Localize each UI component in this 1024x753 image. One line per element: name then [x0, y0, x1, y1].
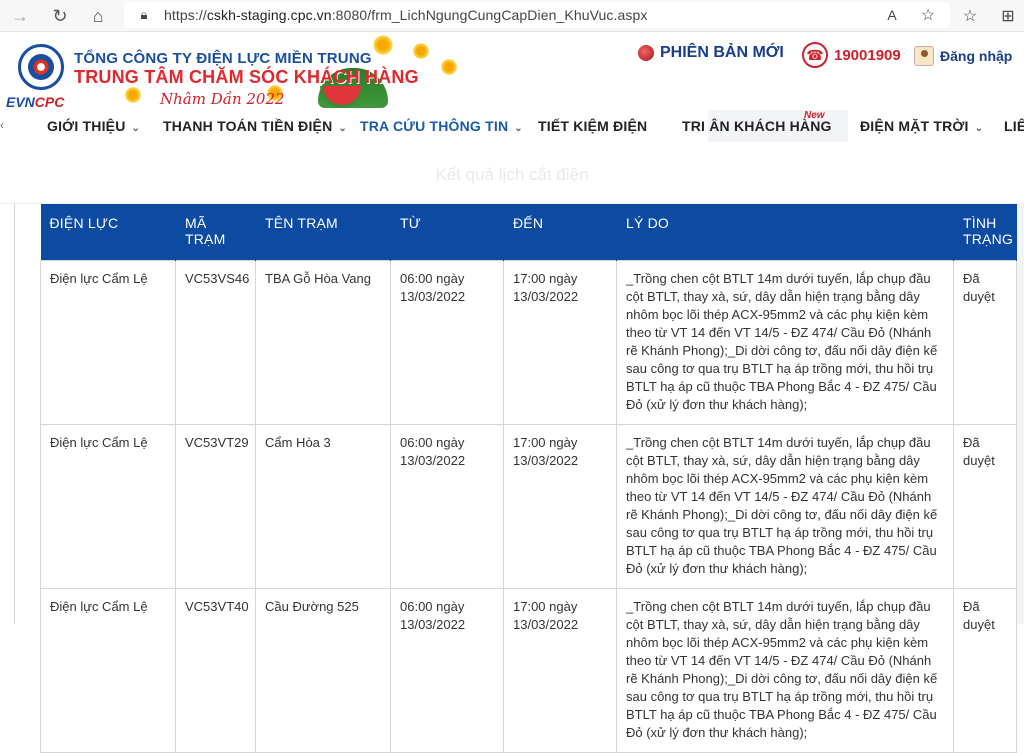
new-version-link[interactable]: PHIÊN BẢN MỚI: [638, 44, 784, 62]
address-bar[interactable]: 🔒︎ https://cskh-staging.cpc.vn:8080/frm_…: [124, 2, 950, 28]
nav-label: TRA CỨU THÔNG TIN: [360, 118, 509, 134]
cell-dien-luc: Điện lực Cẩm Lệ: [40, 423, 176, 589]
cell-ma-tram: VC53VS46: [175, 259, 256, 425]
read-aloud-icon[interactable]: A: [880, 3, 904, 27]
new-version-label: PHIÊN BẢN MỚI: [660, 44, 784, 61]
globe-icon: [638, 45, 654, 61]
cell-den: 17:00 ngày 13/03/2022: [503, 423, 617, 589]
cell-tu: 06:00 ngày 13/03/2022: [390, 587, 504, 753]
favorites-icon[interactable]: ☆: [958, 4, 982, 28]
nav-item-dien-mat-troi[interactable]: ĐIỆN MẶT TRỜI ⌄: [860, 118, 983, 134]
home-icon[interactable]: ⌂: [84, 2, 112, 30]
login-link[interactable]: Đăng nhập: [914, 46, 1012, 66]
forward-arrow-icon[interactable]: →: [6, 2, 34, 30]
url-path: :8080/frm_LichNgungCungCapDien_KhuVuc.as…: [331, 7, 648, 23]
cell-den: 17:00 ngày 13/03/2022: [503, 587, 617, 753]
cell-ly-do: _Trồng chen cột BTLT 14m dưới tuyến, lắp…: [616, 259, 954, 425]
cell-tu: 06:00 ngày 13/03/2022: [390, 423, 504, 589]
header-dien-luc: ĐIỆN LỰC: [40, 204, 176, 260]
phone-icon: ☎: [802, 42, 828, 68]
left-rail: [14, 203, 15, 624]
nav-label: GIỚI THIỆU: [47, 118, 126, 134]
hotline-link[interactable]: ☎ 19001909: [802, 42, 901, 68]
header-tu: TỪ: [390, 204, 504, 260]
login-label: Đăng nhập: [940, 48, 1013, 64]
chevron-down-icon: ⌄: [974, 123, 984, 134]
favorite-add-icon[interactable]: ☆: [916, 3, 940, 27]
url-text: https://cskh-staging.cpc.vn:8080/frm_Lic…: [164, 7, 647, 23]
cell-ten-tram: Cẩm Hòa 3: [255, 423, 391, 589]
cell-ma-tram: VC53VT29: [175, 423, 256, 589]
outage-table: ĐIỆN LỰC MÃ TRẠM TÊN TRẠM TỪ ĐẾN LÝ DO T…: [40, 204, 1017, 753]
table-row: Điện lực Cẩm Lệ VC53VT29 Cẩm Hòa 3 06:00…: [40, 423, 1017, 589]
header-ten-tram: TÊN TRẠM: [255, 204, 391, 260]
header-den: ĐẾN: [503, 204, 617, 260]
nav-item-lien-he[interactable]: LIÊ: [1004, 118, 1024, 134]
logo-cpc: CPC: [34, 94, 65, 110]
browser-toolbar: → ↻ ⌂ 🔒︎ https://cskh-staging.cpc.vn:808…: [0, 0, 1024, 32]
blossom-icon: [124, 86, 142, 104]
page-title: Kết quả lịch cắt điện: [435, 165, 589, 184]
scrollbar[interactable]: [1016, 203, 1024, 624]
chevron-down-icon: ⌄: [338, 123, 348, 134]
cell-dien-luc: Điện lực Cẩm Lệ: [40, 259, 176, 425]
cell-dien-luc: Điện lực Cẩm Lệ: [40, 587, 176, 753]
header-tinh-trang: TÌNH TRẠNG: [953, 204, 1017, 260]
center-name: TRUNG TÂM CHĂM SÓC KHÁCH HÀNG: [74, 67, 419, 87]
url-host: cskh-staging.cpc.vn: [206, 7, 332, 23]
logo-evn: EVN: [6, 94, 35, 110]
header-ly-do: LÝ DO: [616, 204, 954, 260]
cell-ly-do: _Trồng chen cột BTLT 14m dưới tuyến, lắp…: [616, 587, 954, 753]
cell-den: 17:00 ngày 13/03/2022: [503, 259, 617, 425]
blossom-icon: [412, 42, 430, 60]
evn-logo-icon[interactable]: [18, 44, 64, 90]
nav-label: TRI ÂN KHÁCH HÀNG: [682, 118, 832, 134]
cell-tu: 06:00 ngày 13/03/2022: [390, 259, 504, 425]
blossom-icon: [440, 58, 458, 76]
collections-icon[interactable]: ⊞: [996, 4, 1020, 28]
cell-ten-tram: TBA Gỗ Hòa Vang: [255, 259, 391, 425]
corp-name: TỔNG CÔNG TY ĐIỆN LỰC MIỀN TRUNG: [74, 50, 372, 67]
chevron-down-icon: ⌄: [514, 123, 523, 134]
url-prefix: https://: [164, 7, 207, 23]
cell-ten-tram: Cầu Đường 525: [255, 587, 391, 753]
tet-text: Nhâm Dần 2022: [160, 90, 285, 108]
nav-label: TIẾT KIỆM ĐIỆN: [538, 118, 648, 134]
hotline-number: 19001909: [834, 46, 901, 64]
table-row: Điện lực Cẩm Lệ VC53VS46 TBA Gỗ Hòa Vang…: [40, 259, 1017, 425]
cell-ly-do: _Trồng chen cột BTLT 14m dưới tuyến, lắp…: [616, 423, 954, 589]
table-header-row: ĐIỆN LỰC MÃ TRẠM TÊN TRẠM TỪ ĐẾN LÝ DO T…: [40, 204, 1017, 260]
header-ma-tram: MÃ TRẠM: [175, 204, 256, 260]
nav-item-gioi-thieu[interactable]: GIỚI THIỆU ⌄: [47, 118, 140, 134]
cell-tinh-trang: Đã duyệt: [953, 423, 1017, 589]
cell-tinh-trang: Đã duyệt: [953, 259, 1017, 425]
nav-item-thanh-toan[interactable]: THANH TOÁN TIỀN ĐIỆN ⌄: [163, 118, 347, 134]
lock-icon[interactable]: 🔒︎: [132, 3, 156, 27]
table-row: Điện lực Cẩm Lệ VC53VT40 Cầu Đường 525 0…: [40, 587, 1017, 753]
nav-label: LIÊ: [1004, 118, 1024, 134]
refresh-icon[interactable]: ↻: [46, 2, 74, 30]
site-header: EVNCPC TỔNG CÔNG TY ĐIỆN LỰC MIỀN TRUNG …: [0, 32, 1024, 110]
main-nav: New ‹ GIỚI THIỆU ⌄ THANH TOÁN TIỀN ĐIỆN ⌄ …: [0, 110, 1024, 142]
nav-item-tri-an[interactable]: TRI ÂN KHÁCH HÀNG: [682, 118, 832, 134]
blossom-icon: [372, 34, 394, 56]
logo-wordmark: EVNCPC: [6, 94, 64, 110]
nav-scroll-left-icon[interactable]: ‹: [0, 118, 4, 132]
nav-item-tiet-kiem[interactable]: TIẾT KIỆM ĐIỆN: [538, 118, 647, 134]
chevron-down-icon: ⌄: [131, 123, 141, 134]
nav-item-tra-cuu[interactable]: TRA CỨU THÔNG TIN ⌄: [360, 118, 523, 134]
nav-label: THANH TOÁN TIỀN ĐIỆN: [163, 118, 333, 134]
cell-ma-tram: VC53VT40: [175, 587, 256, 753]
cell-tinh-trang: Đã duyệt: [953, 587, 1017, 753]
user-icon: [914, 46, 934, 66]
nav-label: ĐIỆN MẶT TRỜI: [860, 118, 969, 134]
